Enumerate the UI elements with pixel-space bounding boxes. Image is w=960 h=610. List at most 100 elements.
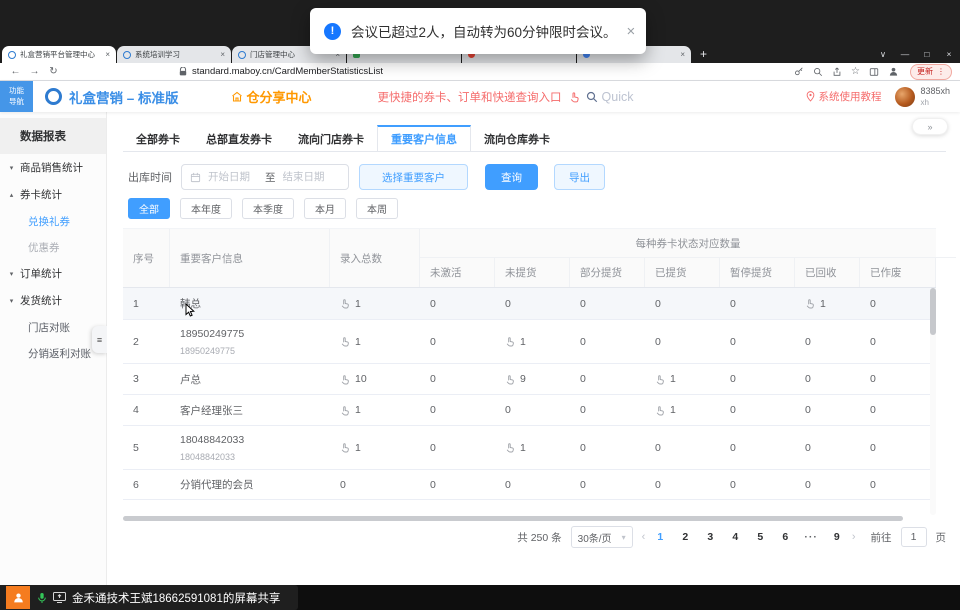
tab-close-icon[interactable]: × [680,50,685,59]
goto-page-input[interactable] [901,527,927,547]
tab-hq-direct-cards[interactable]: 总部直发券卡 [193,125,285,151]
range-year-button[interactable]: 本年度 [180,198,232,219]
col-total: 录入总数 [330,229,420,287]
table-row[interactable]: 7唐总2018101000 [123,500,936,515]
search-button[interactable]: 查询 [485,164,538,190]
close-window-button[interactable]: × [938,45,960,63]
caret-icon: ▾ [8,270,15,278]
customer-name: 客户经理张三 [180,403,243,418]
vertical-scrollbar[interactable] [930,288,936,515]
bookmark-star-icon[interactable]: ☆ [851,67,860,77]
horizontal-scrollbar[interactable] [123,516,936,522]
cell-status-value[interactable]: 1 [645,500,720,515]
minimize-button[interactable]: — [894,45,916,63]
cell-status-value[interactable]: 1 [495,426,570,469]
cell-total[interactable]: 10 [330,364,420,394]
cell-total[interactable]: 20 [330,500,420,515]
tab-store-flow-cards[interactable]: 流向门店券卡 [285,125,377,151]
customer-name: 18950249775 [180,328,244,340]
page-size-select[interactable]: 30条/页 ▾ [571,526,633,548]
cell-status-value[interactable]: 1 [645,364,720,394]
browser-tab[interactable]: 系统培训学习 × [117,46,231,63]
sidebar-item[interactable]: 兑换礼券 [0,208,106,234]
side-panel-icon[interactable] [869,67,879,77]
sidebar-item[interactable]: 分销返利对账 [0,340,106,366]
quick-search[interactable]: Quick [586,90,634,104]
address-area[interactable]: standard.maboy.cn/CardMemberStatisticsLi… [179,66,383,77]
reload-icon[interactable]: ↻ [44,66,63,77]
cell-status-value[interactable]: 1 [495,500,570,515]
next-page-button[interactable]: › [852,531,856,543]
maximize-button[interactable]: □ [916,45,938,63]
table-row[interactable]: 2189502497751895024977510100000 [123,320,936,364]
tab-close-icon[interactable]: × [105,50,110,59]
range-all-button[interactable]: 全部 [128,198,170,219]
date-range-picker[interactable]: 至 [181,164,349,190]
tab-important-customers[interactable]: 重要客户信息 [377,125,471,151]
chrome-menu-icon[interactable]: ∨ [872,45,894,63]
profile-icon[interactable] [888,66,899,77]
tab-warehouse-flow-cards[interactable]: 流向仓库券卡 [471,125,563,151]
tab-close-icon[interactable]: × [220,50,225,59]
microphone-icon[interactable] [37,592,47,604]
browser-menu-icon[interactable]: ⋮ [937,67,945,76]
sidebar-group[interactable]: ▴券卡统计 [0,181,106,208]
table-row[interactable]: 1韩总10000010 [123,288,936,320]
function-nav-toggle[interactable]: 功能 导航 [0,81,33,112]
page-button[interactable]: 3 [704,531,716,543]
table-row[interactable]: 4客户经理张三10001000 [123,395,936,426]
range-month-button[interactable]: 本月 [304,198,346,219]
cell-status-value[interactable]: 9 [495,364,570,394]
page-button[interactable]: 4 [729,531,741,543]
warehouse-share-center-link[interactable]: 仓分享中心 [231,87,312,106]
end-date-input[interactable] [281,170,335,184]
back-icon[interactable]: ← [6,66,25,77]
site-favicon-icon [123,51,131,59]
range-week-button[interactable]: 本周 [356,198,398,219]
cell-total[interactable]: 1 [330,395,420,425]
page-button[interactable]: 1 [654,531,666,543]
tutorial-link[interactable]: 系统使用教程 [806,89,881,104]
start-date-input[interactable] [206,170,260,184]
page-button[interactable]: 2 [679,531,691,543]
tab-all-cards[interactable]: 全部券卡 [123,125,193,151]
range-quarter-button[interactable]: 本季度 [242,198,294,219]
participant-tile[interactable] [6,586,30,609]
table-row[interactable]: 6分销代理的会员00000000 [123,470,936,500]
page-button[interactable]: 6 [779,531,791,543]
cell-status-value[interactable]: 1 [795,288,860,319]
export-button[interactable]: 导出 [554,164,605,190]
table-row[interactable]: 3卢总100901000 [123,364,936,395]
table-row[interactable]: 5180488420331804884203310100000 [123,426,936,470]
cell-total[interactable]: 1 [330,426,420,469]
page-button[interactable]: 9 [831,531,843,543]
new-tab-button[interactable]: + [700,46,707,63]
sidebar-group[interactable]: ▾发货统计 [0,287,106,314]
sidebar-group[interactable]: ▾商品销售统计 [0,154,106,181]
cell-status-value[interactable]: 1 [645,395,720,425]
key-icon[interactable] [794,67,804,77]
cell-status-value[interactable]: 1 [495,320,570,363]
sidebar-group[interactable]: ▾订单统计 [0,260,106,287]
info-icon: ! [324,23,341,40]
update-button[interactable]: 更新 ⋮ [910,64,952,80]
share-icon[interactable] [832,67,842,77]
toast-close-icon[interactable]: × [627,23,636,40]
vertical-scroll-thumb[interactable] [930,288,936,335]
forward-icon[interactable]: → [25,66,44,77]
sidebar-drag-handle[interactable]: ≡ [92,326,107,353]
sidebar-item[interactable]: 优惠券 [0,234,106,260]
url-text[interactable]: standard.maboy.cn/CardMemberStatisticsLi… [192,66,383,77]
user-menu[interactable]: 8385xh xh [895,86,950,106]
zoom-icon[interactable] [813,67,823,77]
browser-tab-active[interactable]: 礼盒营销平台管理中心 × [2,46,116,63]
sidebar-item[interactable]: 门店对账 [0,314,106,340]
horizontal-scroll-thumb[interactable] [123,516,903,521]
cell-status-value[interactable]: 18 [420,500,495,515]
prev-page-button[interactable]: ‹ [642,531,646,543]
collapse-panel-button[interactable]: » [912,118,948,135]
cell-total[interactable]: 1 [330,320,420,363]
page-button[interactable]: 5 [754,531,766,543]
cell-total[interactable]: 1 [330,288,420,319]
select-customer-button[interactable]: 选择重要客户 [359,164,468,190]
